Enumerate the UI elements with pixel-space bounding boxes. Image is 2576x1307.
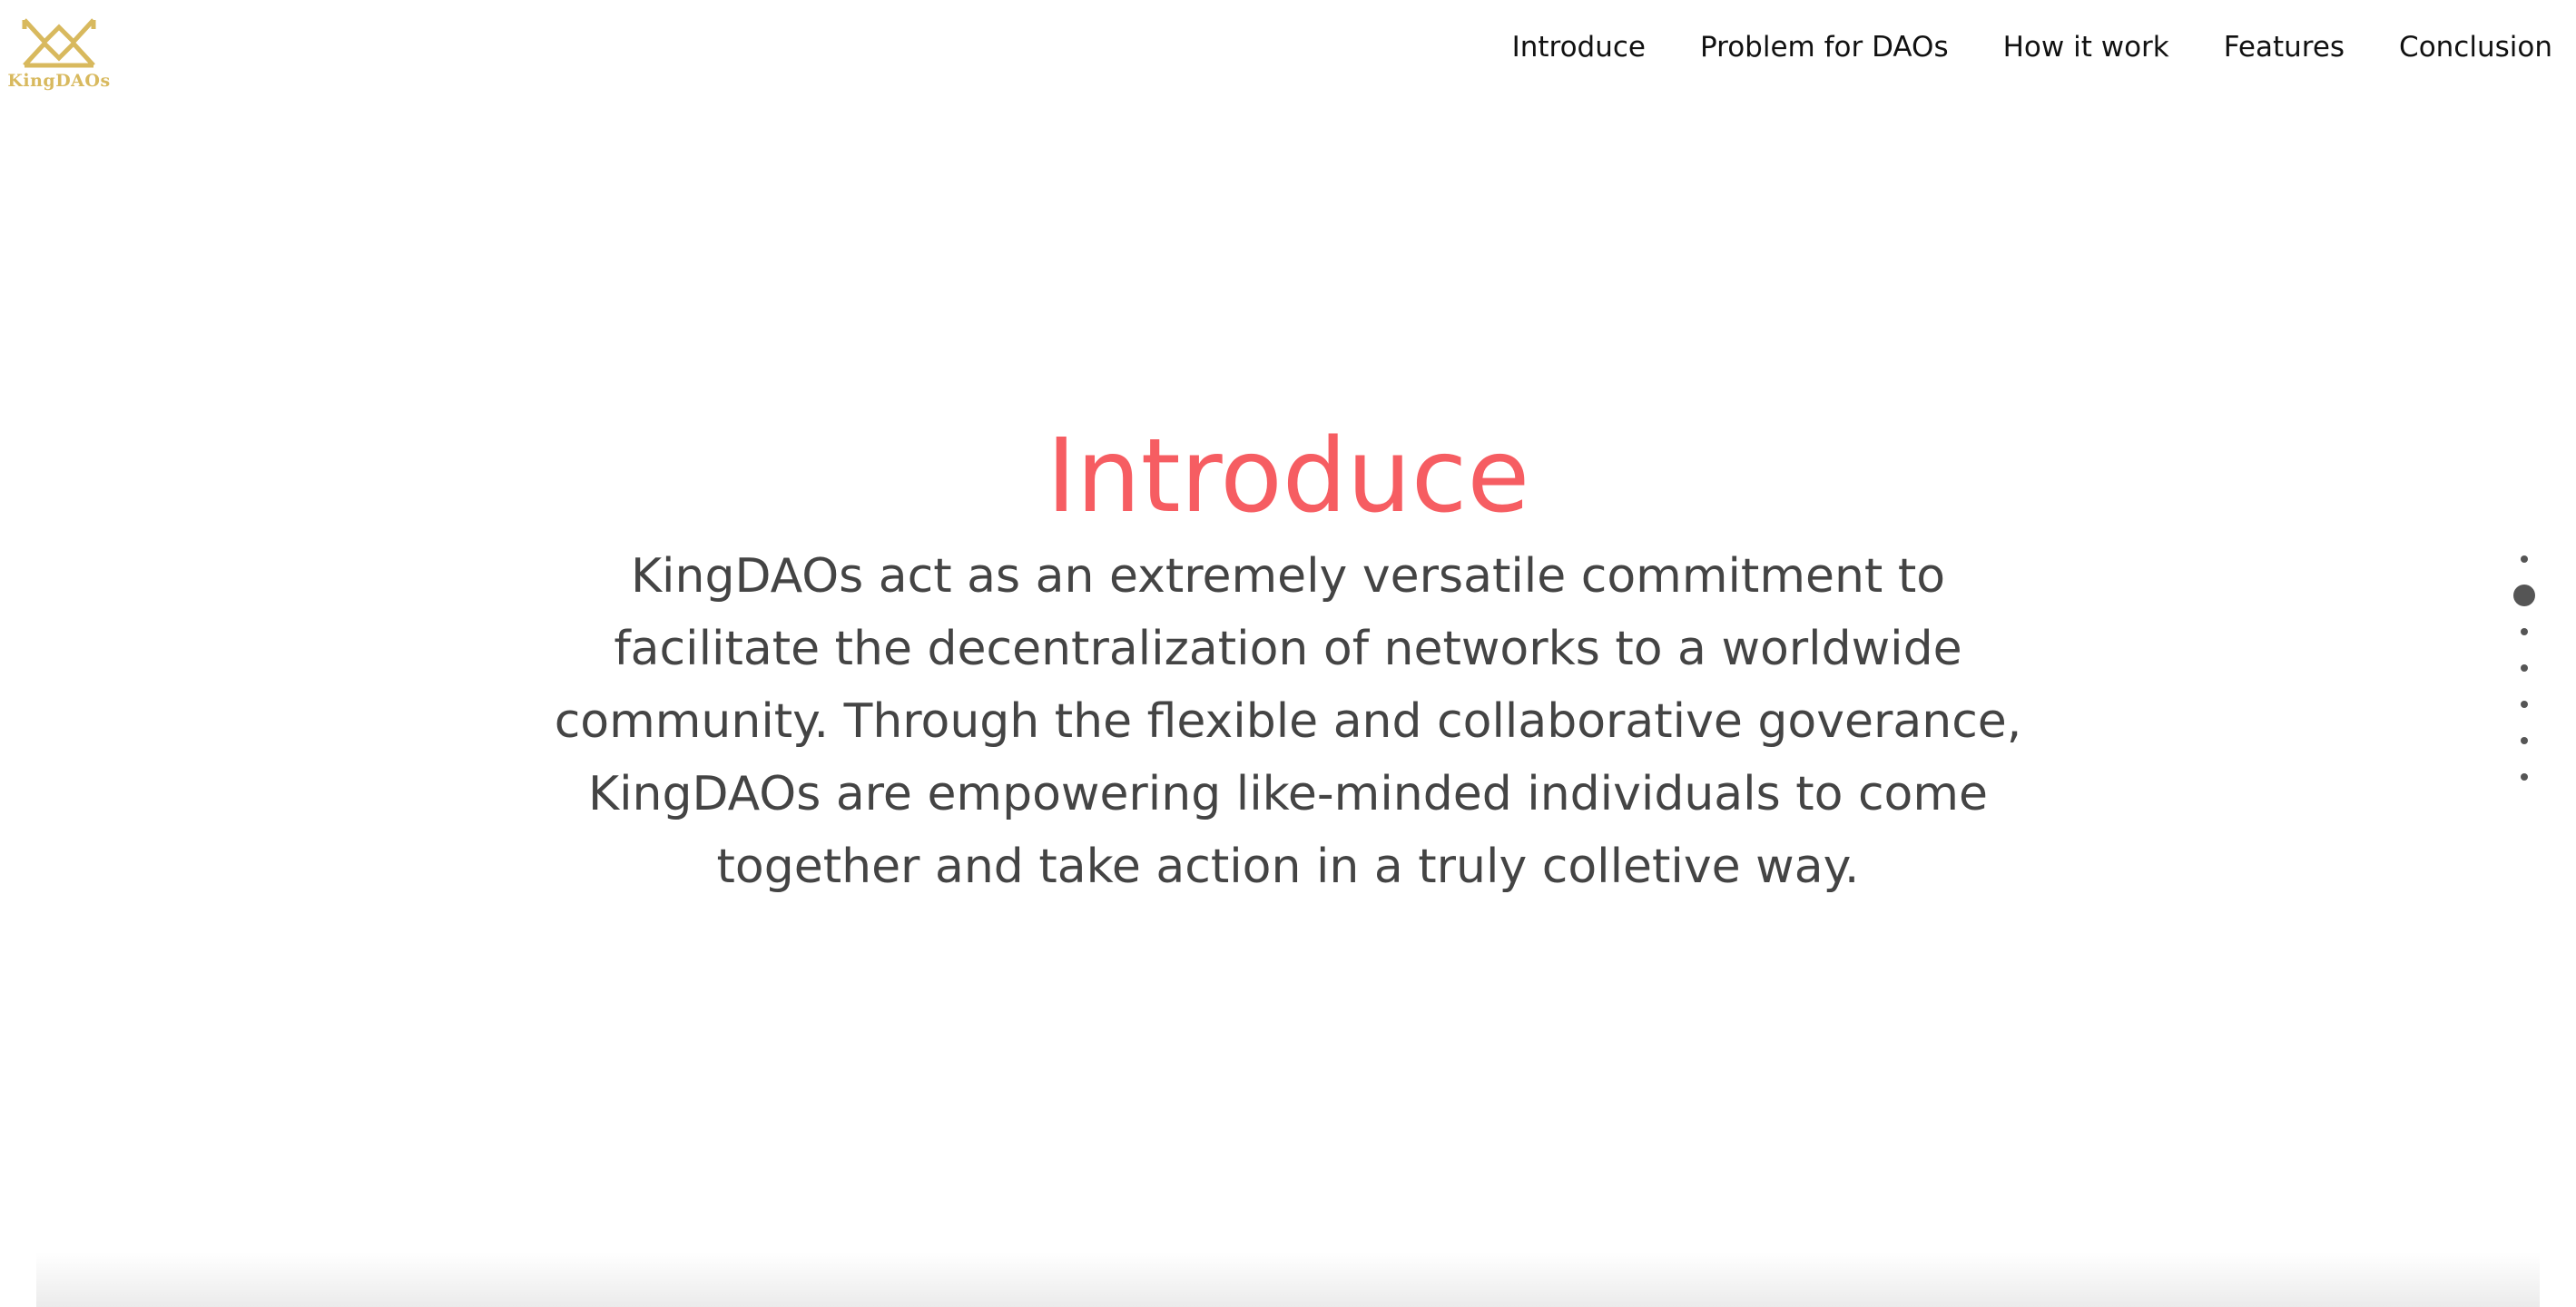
nav-item-features[interactable]: Features: [2224, 25, 2345, 69]
nav-item-introduce[interactable]: Introduce: [1512, 25, 1646, 69]
pagination-dot[interactable]: [2521, 737, 2528, 744]
description-line: KingDAOs are empowering like-minded indi…: [587, 767, 1989, 821]
pagination-dot-active[interactable]: [2513, 585, 2535, 606]
crown-icon: [22, 18, 96, 68]
pagination-dot[interactable]: [2521, 701, 2528, 708]
introduce-section: Introduce KingDAOs act as an extremely v…: [0, 413, 2576, 903]
section-description: KingDAOs act as an extremely versatile c…: [553, 540, 2023, 903]
description-line: facilitate the decentralization of netwo…: [614, 622, 1962, 676]
top-nav: Introduce Problem for DAOs How it work F…: [1512, 25, 2552, 69]
pagination-dot[interactable]: [2521, 555, 2528, 563]
page: KingDAOs Introduce Problem for DAOs How …: [0, 0, 2576, 1307]
pagination-dot[interactable]: [2521, 773, 2528, 781]
pagination-dot[interactable]: [2521, 664, 2528, 672]
section-title: Introduce: [1046, 418, 1530, 536]
brand-logo[interactable]: KingDAOs: [7, 16, 111, 107]
description-line: together and take action in a truly coll…: [716, 840, 1860, 894]
next-section-edge: [36, 1253, 2540, 1307]
nav-item-conclusion[interactable]: Conclusion: [2399, 25, 2552, 69]
description-line: KingDAOs act as an extremely versatile c…: [630, 549, 1946, 604]
pagination-dot[interactable]: [2521, 628, 2528, 635]
nav-item-how-it-work[interactable]: How it work: [2003, 25, 2169, 69]
nav-item-problem-for-daos[interactable]: Problem for DAOs: [1700, 25, 1949, 69]
brand-name: KingDAOs: [7, 71, 111, 91]
description-line: community. Through the flexible and coll…: [554, 694, 2022, 749]
section-pagination: [2511, 541, 2538, 795]
